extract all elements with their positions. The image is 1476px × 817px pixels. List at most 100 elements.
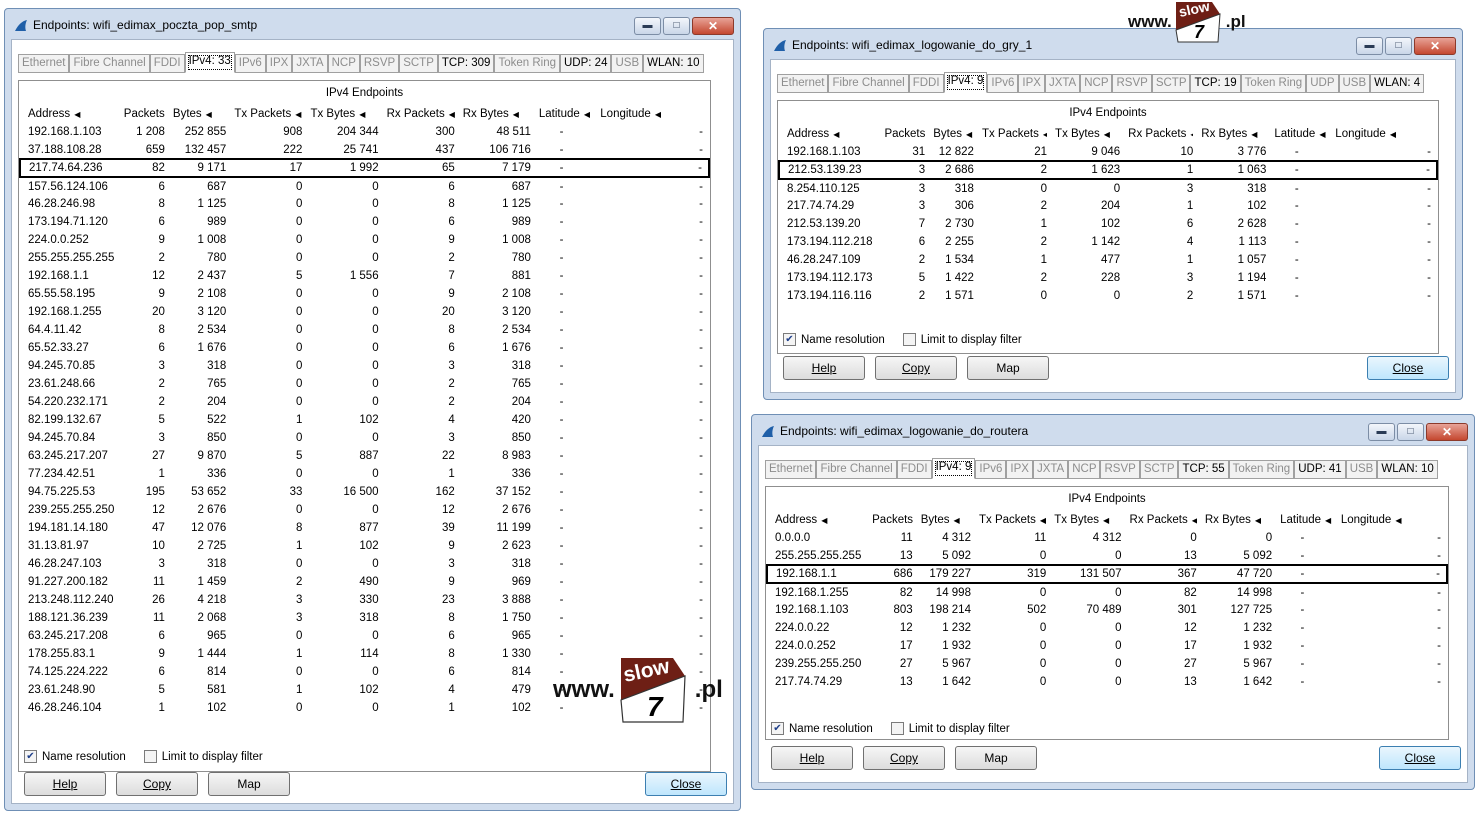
tab-fibre-channel[interactable]: Fibre Channel: [828, 74, 909, 93]
table-row[interactable]: 255.255.255.255 13 5 092 0 0 13 5 092 - -: [767, 547, 1447, 565]
copy-button[interactable]: Copy: [863, 746, 945, 770]
tab-ethernet[interactable]: Ethernet: [18, 54, 70, 73]
tab-usb[interactable]: USB: [611, 54, 644, 73]
table-row[interactable]: 192.168.1.1 12 2 437 5 1 556 7 881 - -: [20, 267, 709, 285]
tab-ipx[interactable]: IPX: [1006, 460, 1033, 479]
table-row[interactable]: 94.75.225.53 195 53 652 33 16 500 162 37 152 - -: [20, 483, 709, 501]
column-header[interactable]: Rx Bytes ◀: [1197, 511, 1272, 529]
title-bar[interactable]: Endpoints: wifi_edimax_poczta_pop_smtp ▬…: [11, 13, 734, 37]
table-row[interactable]: 173.194.116.116 2 1 571 0 0 2 1 571 - -: [779, 287, 1437, 305]
tab-token-ring[interactable]: Token Ring: [1228, 460, 1295, 479]
table-row[interactable]: 46.28.247.103 3 318 0 0 3 318 - -: [20, 555, 709, 573]
table-row[interactable]: 94.245.70.84 3 850 0 0 3 850 - -: [20, 429, 709, 447]
limit-filter-checkbox[interactable]: Limit to display filter: [890, 722, 1010, 735]
table-row[interactable]: 194.181.14.180 47 12 076 8 877 39 11 199 - -: [20, 519, 709, 537]
column-header[interactable]: Tx Bytes ◀: [1046, 511, 1121, 529]
table-row[interactable]: 157.56.124.106 6 687 0 0 6 687 - -: [20, 177, 709, 195]
column-header[interactable]: Bytes ◀: [913, 511, 971, 529]
map-button[interactable]: Map: [967, 356, 1049, 380]
table-row[interactable]: 212.53.139.20 7 2 730 1 102 6 2 628 - -: [779, 215, 1437, 233]
tab-udp[interactable]: UDP: [1306, 74, 1339, 93]
table-row[interactable]: 77.234.42.51 1 336 0 0 1 336 - -: [20, 465, 709, 483]
tab-usb[interactable]: USB: [1338, 74, 1371, 93]
copy-button[interactable]: Copy: [116, 772, 198, 796]
tab-fddi[interactable]: FDDI: [908, 74, 944, 93]
column-header[interactable]: Rx Bytes ◀: [455, 105, 531, 123]
table-row[interactable]: 224.0.0.22 12 1 232 0 0 12 1 232 - -: [767, 619, 1447, 637]
tab-token-ring[interactable]: Token Ring: [494, 54, 560, 73]
table-row[interactable]: 31.13.81.97 10 2 725 1 102 9 2 623 - -: [20, 537, 709, 555]
table-row[interactable]: 94.245.70.85 3 318 0 0 3 318 - -: [20, 357, 709, 375]
close-button[interactable]: Close: [1367, 356, 1449, 380]
table-row[interactable]: 224.0.0.252 9 1 008 0 0 9 1 008 - -: [20, 231, 709, 249]
tab-ipv4[interactable]: IPv4: 33: [184, 52, 235, 73]
tab-tcp[interactable]: TCP: 309: [437, 54, 495, 73]
tab-ipv6[interactable]: IPv6: [234, 54, 266, 73]
table-row[interactable]: 0.0.0.0 11 4 312 11 4 312 0 0 - -: [767, 529, 1447, 547]
map-button[interactable]: Map: [955, 746, 1037, 770]
tab-fddi[interactable]: FDDI: [896, 460, 932, 479]
title-bar[interactable]: Endpoints: wifi_edimax_logowanie_do_rout…: [758, 419, 1468, 443]
column-header[interactable]: Latitude ◀: [1266, 125, 1327, 143]
help-button[interactable]: Help: [24, 772, 106, 796]
table-row[interactable]: 65.52.33.27 6 1 676 0 0 6 1 676 - -: [20, 339, 709, 357]
limit-filter-checkbox[interactable]: Limit to display filter: [143, 750, 263, 763]
tab-rsvp[interactable]: RSVP: [1100, 460, 1140, 479]
table-row[interactable]: 54.220.232.171 2 204 0 0 2 204 - -: [20, 393, 709, 411]
minimize-button[interactable]: ▬: [634, 17, 661, 35]
minimize-button[interactable]: ▬: [1368, 423, 1395, 441]
table-row[interactable]: 46.28.247.109 2 1 534 1 477 1 1 057 - -: [779, 251, 1437, 269]
tab-ipv4[interactable]: IPv4: 9: [931, 458, 976, 479]
column-header[interactable]: Rx Bytes ◀: [1193, 125, 1266, 143]
name-resolution-checkbox[interactable]: ✔ Name resolution: [771, 722, 873, 735]
table-row[interactable]: 173.194.112.173 5 1 422 2 228 3 1 194 - -: [779, 269, 1437, 287]
tab-tcp[interactable]: TCP: 19: [1190, 74, 1241, 93]
tab-wlan[interactable]: WLAN: 10: [1377, 460, 1438, 479]
table-row[interactable]: 173.194.71.120 6 989 0 0 6 989 - -: [20, 213, 709, 231]
column-header[interactable]: Rx Packets◀: [1120, 125, 1193, 143]
table-row[interactable]: 192.168.1.103 803 198 214 502 70 489 301 127 7…: [767, 601, 1447, 619]
column-header[interactable]: Longitude ◀: [1333, 511, 1447, 529]
tab-jxta[interactable]: JXTA: [1044, 74, 1081, 93]
table-row[interactable]: 65.55.58.195 9 2 108 0 0 9 2 108 - -: [20, 285, 709, 303]
tab-tcp[interactable]: TCP: 55: [1178, 460, 1229, 479]
column-header[interactable]: Latitude ◀: [1272, 511, 1333, 529]
tab-ipx[interactable]: IPX: [265, 54, 293, 73]
table-row[interactable]: 173.194.112.218 6 2 255 2 1 142 4 1 113 - -: [779, 233, 1437, 251]
table-row[interactable]: 239.255.255.250 12 2 676 0 0 12 2 676 - -: [20, 501, 709, 519]
map-button[interactable]: Map: [208, 772, 290, 796]
maximize-button[interactable]: □: [1385, 37, 1412, 55]
table-row[interactable]: 192.168.1.103 1 208 252 855 908 204 344 300 48…: [20, 123, 709, 141]
tab-ncp[interactable]: NCP: [327, 54, 360, 73]
column-header[interactable]: Packets◀: [116, 105, 165, 123]
column-header[interactable]: Address ◀: [779, 125, 876, 143]
column-header[interactable]: Rx Packets◀: [1122, 511, 1197, 529]
tab-sctp[interactable]: SCTP: [1151, 74, 1191, 93]
column-header[interactable]: Tx Packets ◀: [971, 511, 1046, 529]
close-button[interactable]: Close: [1379, 746, 1461, 770]
tab-ipv6[interactable]: IPv6: [975, 460, 1007, 479]
tab-ethernet[interactable]: Ethernet: [777, 74, 829, 93]
tab-ipv4[interactable]: IPv4: 9: [943, 72, 988, 93]
table-row[interactable]: 224.0.0.252 17 1 932 0 0 17 1 932 - -: [767, 637, 1447, 655]
table-row[interactable]: 212.53.139.23 3 2 686 2 1 623 1 1 063- -: [777, 160, 1438, 180]
table-row[interactable]: 217.74.64.236 82 9 171 17 1 992 65 7 179- -: [19, 158, 710, 178]
column-header[interactable]: Tx Bytes ◀: [1047, 125, 1120, 143]
column-header[interactable]: Bytes ◀: [925, 125, 974, 143]
limit-filter-checkbox[interactable]: Limit to display filter: [902, 333, 1022, 346]
column-header[interactable]: Latitude ◀: [531, 105, 592, 123]
table-row[interactable]: 192.168.1.103 31 12 822 21 9 046 10 3 776 - -: [779, 143, 1437, 161]
tab-ncp[interactable]: NCP: [1080, 74, 1113, 93]
table-row[interactable]: 37.188.108.28 659 132 457 222 25 741 437 106 7…: [20, 141, 709, 159]
column-header[interactable]: Tx Bytes ◀: [302, 105, 378, 123]
column-header[interactable]: Tx Packets ◀: [226, 105, 302, 123]
tab-jxta[interactable]: JXTA: [1032, 460, 1069, 479]
tab-rsvp[interactable]: RSVP: [359, 54, 400, 73]
tab-ipv6[interactable]: IPv6: [987, 74, 1019, 93]
column-header[interactable]: Address ◀: [20, 105, 116, 123]
tab-ipx[interactable]: IPX: [1018, 74, 1045, 93]
table-row[interactable]: 8.254.110.125 3 318 0 0 3 318 - -: [779, 179, 1437, 197]
copy-button[interactable]: Copy: [875, 356, 957, 380]
maximize-button[interactable]: □: [663, 17, 690, 35]
tab-jxta[interactable]: JXTA: [292, 54, 328, 73]
